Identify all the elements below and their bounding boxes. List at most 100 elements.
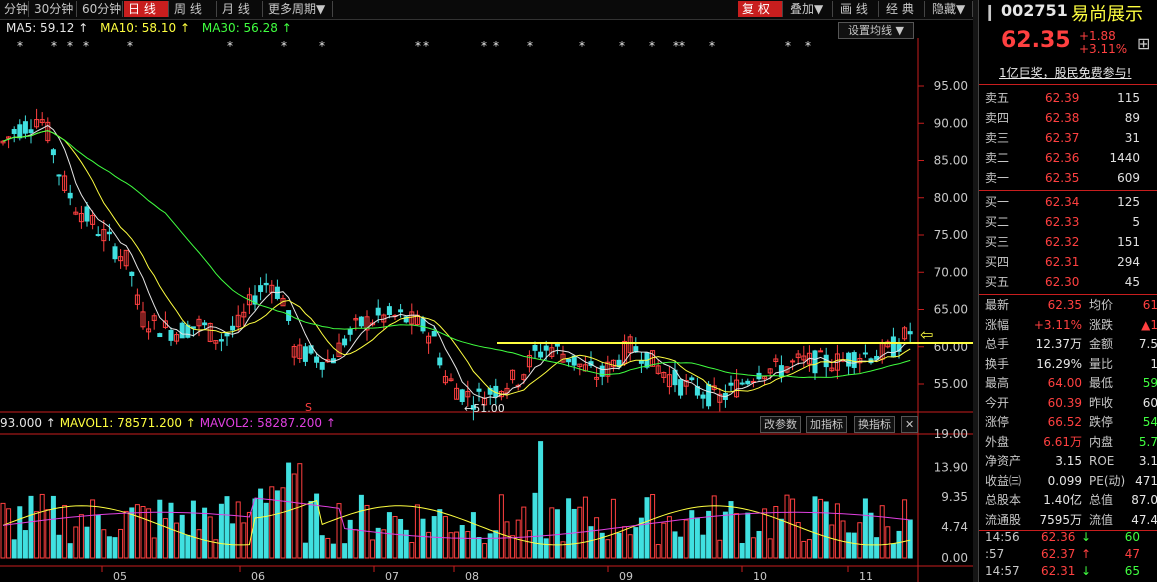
volume-bar — [22, 530, 28, 559]
volume-bar — [734, 513, 740, 559]
period-tab-5[interactable]: 月 线 — [218, 1, 263, 17]
volume-bar — [672, 531, 678, 559]
orderbook-label: 买二 — [985, 215, 1010, 229]
stat-label: 均价 — [1089, 298, 1114, 312]
period-tab-2[interactable]: 60分钟 — [78, 1, 123, 17]
volume-bar — [778, 518, 784, 559]
ma-settings-button[interactable]: 设置均线 ▼ — [838, 22, 914, 39]
volume-bar — [549, 507, 555, 559]
volume-bar — [454, 531, 460, 559]
stat-value: 60.39 — [1047, 395, 1082, 410]
event-star-marker: * — [579, 39, 585, 53]
stock-name: 易尚展示 — [1071, 4, 1143, 25]
stat-value: +3.11% — [1033, 317, 1082, 332]
stat-value: 61 — [1142, 298, 1157, 312]
candle-body — [28, 129, 34, 134]
volume-bar — [118, 528, 124, 559]
volume-bar — [308, 500, 314, 559]
volume-bar — [420, 518, 426, 559]
volume-bar — [543, 538, 549, 559]
stat-label: 量比 — [1089, 356, 1114, 371]
event-star-marker: * — [127, 39, 133, 53]
volume-bar — [280, 487, 286, 559]
volume-bar — [510, 535, 516, 559]
stat-label: 金额 — [1089, 337, 1114, 351]
period-tab-1[interactable]: 30分钟 — [30, 1, 77, 17]
toolbar-button-3[interactable]: 经 典 — [882, 1, 925, 17]
orderbook-row[interactable]: 卖二 62.36 1440 — [979, 148, 1157, 168]
month-axis-label: 08 — [465, 570, 479, 582]
volume-bar — [862, 498, 868, 559]
toolbar-button-0[interactable]: 复 权 — [738, 1, 783, 17]
volume-bar — [314, 493, 320, 559]
toolbar-button-2[interactable]: 画 线 — [836, 1, 879, 17]
volume-bar — [185, 534, 191, 559]
volume-bar — [6, 508, 12, 559]
toolbar-button-4[interactable]: 隐藏▼ — [928, 1, 973, 17]
toolbar-button-1[interactable]: 叠加▼ — [786, 1, 833, 17]
stat-value: 0.099 — [1047, 473, 1082, 488]
candle-body — [230, 325, 236, 331]
candle-body — [106, 231, 112, 235]
stats-row: 总手 12.37万 金额 7.5 — [979, 335, 1157, 354]
volume-bar — [795, 522, 801, 559]
volume-bar — [767, 538, 773, 559]
orderbook-row[interactable]: 买四 62.31 294 — [979, 252, 1157, 272]
back-arrow-icon[interactable]: ❙ — [983, 2, 996, 21]
volume-bar — [56, 534, 62, 559]
candle-body — [375, 307, 381, 316]
arrow-annotation-icon: ⇦ — [920, 325, 933, 344]
volume-bar — [694, 517, 700, 559]
close-indicator-icon[interactable]: ✕ — [901, 416, 919, 433]
tick-row: 14:56 62.36 ↓ 60 — [979, 529, 1157, 546]
event-star-marker: * — [17, 39, 23, 53]
switch-indicator-button[interactable]: 换指标 — [854, 416, 895, 433]
orderbook-row[interactable]: 卖五 62.39 115 — [979, 88, 1157, 108]
candle-body — [812, 350, 818, 374]
promo-banner-link[interactable]: 1亿巨奖，股民免费参与! — [999, 64, 1131, 81]
volume-bar — [504, 521, 510, 559]
event-star-marker: * — [481, 39, 487, 53]
volume-bar — [644, 497, 650, 559]
period-tab-6[interactable]: 更多周期▼ — [264, 1, 333, 17]
orderbook-row[interactable]: 卖四 62.38 89 — [979, 108, 1157, 128]
stat-label: 涨幅 — [985, 317, 1010, 332]
period-tab-3[interactable]: 日 线 — [124, 1, 169, 17]
orderbook-row[interactable]: 卖三 62.37 31 — [979, 128, 1157, 148]
volume-bar — [448, 532, 454, 559]
orderbook-row[interactable]: 买五 62.30 45 — [979, 272, 1157, 292]
stats-row: 今开 60.39 昨收 60 — [979, 394, 1157, 413]
volume-bar — [829, 524, 835, 559]
event-star-marker: * — [527, 39, 533, 53]
stat-value: 6.61万 — [1043, 434, 1082, 449]
orderbook-row[interactable]: 卖一 62.35 609 — [979, 168, 1157, 188]
orderbook-label: 卖二 — [985, 151, 1010, 165]
volume-axis-label: 9.35 — [941, 490, 968, 504]
volume-bar — [252, 498, 258, 559]
edit-params-button[interactable]: 改参数 — [760, 416, 801, 433]
add-indicator-button[interactable]: 加指标 — [806, 416, 847, 433]
period-tab-4[interactable]: 周 线 — [170, 1, 217, 17]
volume-bar — [538, 441, 544, 559]
stat-label: 内盘 — [1089, 434, 1114, 449]
volume-bar — [840, 520, 846, 559]
low-price-label: ←51.00 — [464, 402, 505, 415]
tick-price: 62.37 — [1041, 547, 1076, 561]
expand-icon[interactable]: ⊞ — [1137, 34, 1150, 53]
kline-chart[interactable]: 95.00 90.00 85.00 80.00 75.00 70.00 65.00 60.00… — [0, 38, 973, 582]
orderbook-row[interactable]: 买三 62.32 151 — [979, 232, 1157, 252]
orderbook-row[interactable]: 买一 62.34 125 — [979, 192, 1157, 212]
candle-body — [431, 330, 437, 337]
volume-axis-label: 13.90 — [934, 460, 968, 474]
period-tab-0[interactable]: 分钟 — [0, 1, 29, 17]
volume-bar — [101, 529, 107, 559]
orderbook-row[interactable]: 买二 62.33 5 — [979, 212, 1157, 232]
event-star-marker: * — [619, 39, 625, 53]
tick-time: 14:56 — [985, 530, 1020, 544]
volume-bar — [370, 539, 376, 559]
orderbook-volume: 609 — [1117, 171, 1140, 185]
stat-label: PE(动) — [1089, 473, 1126, 488]
stats-row: 收益㈢ 0.099 PE(动) 471 — [979, 472, 1157, 491]
volume-bar — [347, 519, 353, 559]
orderbook-label: 卖三 — [985, 131, 1010, 145]
